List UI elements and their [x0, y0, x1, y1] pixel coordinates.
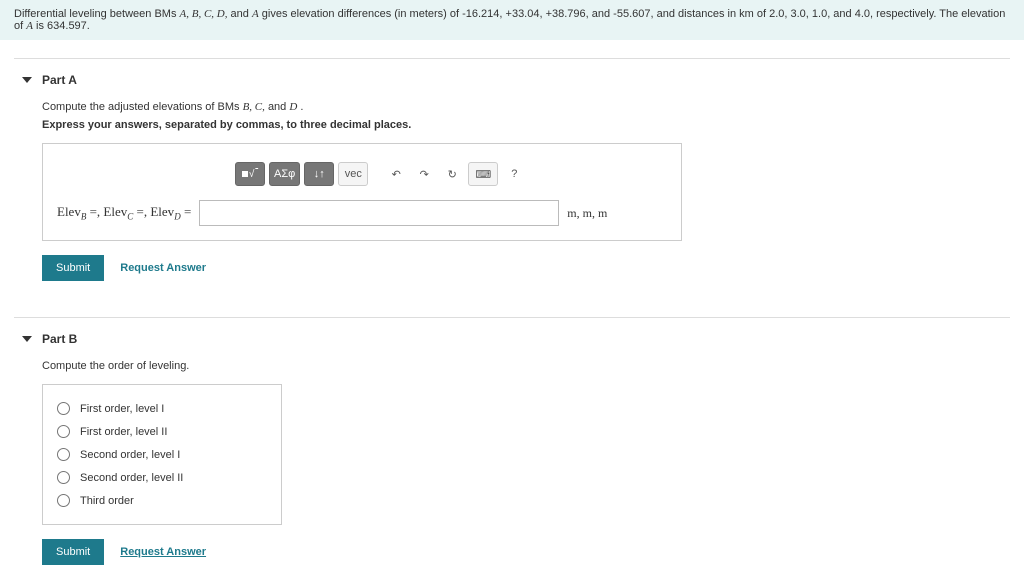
problem-bm-ref: A — [26, 20, 33, 32]
part-b-title: Part B — [42, 332, 77, 346]
part-b-header[interactable]: Part B — [22, 332, 1010, 346]
problem-statement: Differential leveling between BMs A, B, … — [0, 0, 1024, 40]
part-a-instruction-2: Express your answers, separated by comma… — [42, 119, 1010, 131]
redo-icon: ↷ — [420, 168, 429, 181]
radio-input[interactable] — [57, 425, 70, 438]
greek-button[interactable]: ΑΣφ — [269, 162, 300, 186]
radio-box-b: First order, level I First order, level … — [42, 384, 282, 525]
template-icon: √ — [242, 169, 258, 180]
submit-button-a[interactable]: Submit — [42, 255, 104, 281]
input-row-a: ElevB =, ElevC =, ElevD = m, m, m — [57, 200, 667, 226]
radio-label: Third order — [80, 495, 134, 507]
part-b: Part B Compute the order of leveling. Fi… — [14, 318, 1010, 583]
radio-option[interactable]: Second order, level I — [57, 443, 267, 466]
problem-bms: A, B, C, D, — [180, 8, 228, 20]
template-button[interactable]: √ — [235, 162, 265, 186]
part-a-header[interactable]: Part A — [22, 73, 1010, 87]
problem-suffix: is 634.597. — [36, 20, 90, 32]
arrows-button[interactable]: ↓↑ — [304, 162, 334, 186]
part-a-instruction-1: Compute the adjusted elevations of BMs B… — [42, 101, 1010, 113]
radio-input[interactable] — [57, 402, 70, 415]
part-b-instruction: Compute the order of leveling. — [42, 360, 1010, 372]
radio-input[interactable] — [57, 448, 70, 461]
reset-icon: ↻ — [448, 168, 457, 181]
reset-button[interactable]: ↻ — [440, 162, 464, 186]
radio-input[interactable] — [57, 471, 70, 484]
undo-icon: ↶ — [392, 168, 401, 181]
radio-option[interactable]: Third order — [57, 489, 267, 512]
answer-label: ElevB =, ElevC =, ElevD = — [57, 204, 191, 222]
radio-input[interactable] — [57, 494, 70, 507]
redo-button[interactable]: ↷ — [412, 162, 436, 186]
answer-box-a: √ ΑΣφ ↓↑ vec ↶ ↷ ↻ ⌨ ? ElevB =, ElevC =,… — [42, 143, 682, 241]
submit-row-b: Submit Request Answer — [42, 539, 1010, 565]
problem-text-prefix: Differential leveling between BMs — [14, 8, 180, 20]
radio-option[interactable]: First order, level I — [57, 397, 267, 420]
undo-button[interactable]: ↶ — [384, 162, 408, 186]
request-answer-a[interactable]: Request Answer — [120, 262, 206, 274]
vec-button[interactable]: vec — [338, 162, 368, 186]
submit-button-b[interactable]: Submit — [42, 539, 104, 565]
help-icon: ? — [511, 168, 517, 180]
problem-bm-last: A — [252, 8, 259, 20]
answer-input-a[interactable] — [199, 200, 559, 226]
equation-toolbar: √ ΑΣφ ↓↑ vec ↶ ↷ ↻ ⌨ ? — [235, 162, 667, 186]
radio-label: First order, level II — [80, 426, 167, 438]
part-a-title: Part A — [42, 73, 77, 87]
collapse-icon — [22, 77, 32, 83]
part-a: Part A Compute the adjusted elevations o… — [14, 59, 1010, 299]
submit-row-a: Submit Request Answer — [42, 255, 1010, 281]
help-button[interactable]: ? — [502, 162, 526, 186]
unit-label: m, m, m — [567, 206, 607, 221]
radio-label: Second order, level II — [80, 472, 183, 484]
request-answer-b[interactable]: Request Answer — [120, 546, 206, 558]
collapse-icon — [22, 336, 32, 342]
radio-option[interactable]: First order, level II — [57, 420, 267, 443]
radio-option[interactable]: Second order, level II — [57, 466, 267, 489]
radio-label: First order, level I — [80, 403, 164, 415]
radio-label: Second order, level I — [80, 449, 180, 461]
problem-mid1: and — [231, 8, 252, 20]
keyboard-button[interactable]: ⌨ — [468, 162, 498, 186]
keyboard-icon: ⌨ — [475, 168, 491, 181]
